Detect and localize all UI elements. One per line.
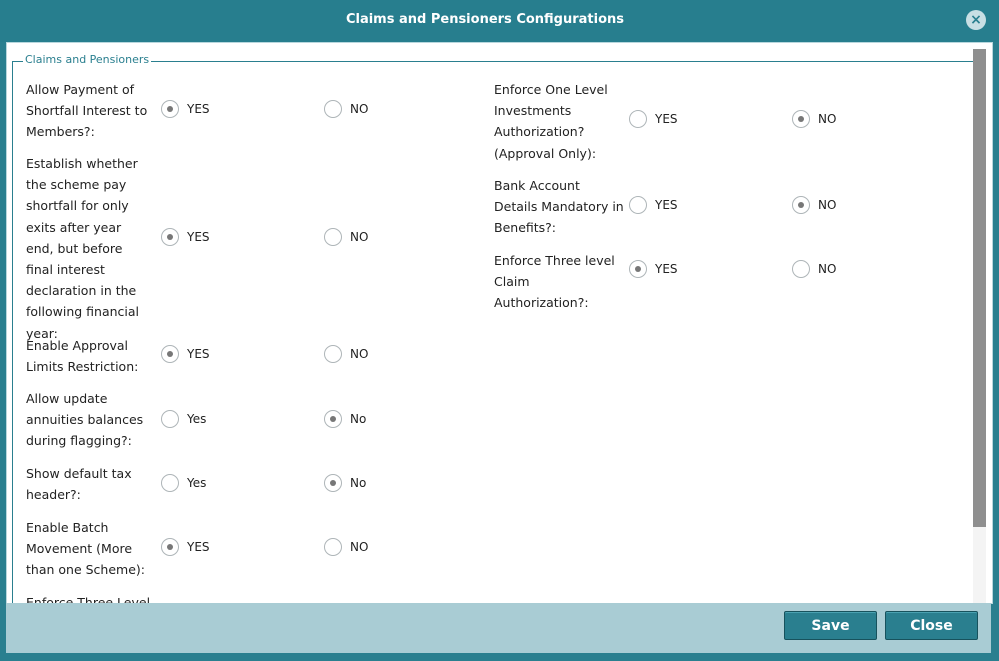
radio-icon[interactable] — [324, 345, 342, 363]
close-button[interactable]: Close — [885, 611, 978, 640]
radio-icon[interactable] — [324, 538, 342, 556]
label-batch-movement: Enable Batch Movement (More than one Sch… — [26, 520, 145, 578]
radio-icon[interactable] — [161, 228, 179, 246]
radio-approval-limits-no[interactable]: NO — [324, 345, 368, 363]
radio-icon[interactable] — [629, 260, 647, 278]
radio-update-annuities-no[interactable]: No — [324, 410, 366, 428]
radio-icon[interactable] — [161, 474, 179, 492]
radio-one-level-yes[interactable]: YES — [629, 110, 678, 128]
radio-establish-shortfall-no[interactable]: NO — [324, 228, 368, 246]
label-update-annuities: Allow update annuities balances during f… — [26, 391, 144, 449]
radio-three-level-claim-no[interactable]: NO — [792, 260, 836, 278]
label-default-tax-header: Show default tax header?: — [26, 466, 132, 503]
label-bank-account-mandatory: Bank Account Details Mandatory in Benefi… — [494, 178, 624, 236]
radio-bank-account-no[interactable]: NO — [792, 196, 836, 214]
label-allow-shortfall-interest: Allow Payment of Shortfall Interest to M… — [26, 82, 148, 140]
radio-default-tax-no[interactable]: No — [324, 474, 366, 492]
radio-icon[interactable] — [324, 228, 342, 246]
radio-icon[interactable] — [629, 196, 647, 214]
radio-icon[interactable] — [161, 100, 179, 118]
radio-one-level-no[interactable]: NO — [792, 110, 836, 128]
radio-icon[interactable] — [161, 410, 179, 428]
radio-batch-movement-no[interactable]: NO — [324, 538, 368, 556]
vertical-scrollbar[interactable] — [973, 49, 986, 603]
scrollbar-thumb[interactable] — [973, 49, 986, 527]
radio-icon[interactable] — [161, 345, 179, 363]
radio-icon[interactable] — [161, 538, 179, 556]
section-legend: Claims and Pensioners — [23, 53, 152, 66]
radio-update-annuities-yes[interactable]: Yes — [161, 410, 206, 428]
claims-pensioners-dialog: Claims and Pensioners Configurations × C… — [0, 0, 999, 661]
dialog-titlebar: Claims and Pensioners Configurations × — [0, 0, 999, 42]
radio-three-level-claim-yes[interactable]: YES — [629, 260, 678, 278]
radio-default-tax-yes[interactable]: Yes — [161, 474, 206, 492]
radio-icon[interactable] — [324, 474, 342, 492]
dialog-title: Claims and Pensioners Configurations — [345, 12, 625, 27]
label-three-level-claim: Enforce Three level Claim Authorization?… — [494, 253, 615, 311]
close-icon[interactable]: × — [966, 10, 986, 30]
radio-allow-shortfall-no[interactable]: NO — [324, 100, 368, 118]
radio-icon[interactable] — [792, 196, 810, 214]
label-approval-limits: Enable Approval Limits Restriction: — [26, 338, 139, 375]
dialog-body: Claims and Pensioners Allow Payment of S… — [6, 42, 993, 604]
save-button[interactable]: Save — [784, 611, 877, 640]
dialog-footer: Save Close — [6, 603, 991, 653]
label-one-level-investments: Enforce One Level Investments Authorizat… — [494, 82, 608, 161]
radio-icon[interactable] — [324, 100, 342, 118]
radio-icon[interactable] — [324, 410, 342, 428]
radio-approval-limits-yes[interactable]: YES — [161, 345, 210, 363]
radio-icon[interactable] — [629, 110, 647, 128]
label-establish-shortfall: Establish whether the scheme pay shortfa… — [26, 156, 140, 341]
radio-establish-shortfall-yes[interactable]: YES — [161, 228, 210, 246]
radio-batch-movement-yes[interactable]: YES — [161, 538, 210, 556]
radio-icon[interactable] — [792, 110, 810, 128]
radio-allow-shortfall-yes[interactable]: YES — [161, 100, 210, 118]
radio-icon[interactable] — [792, 260, 810, 278]
radio-bank-account-yes[interactable]: YES — [629, 196, 678, 214]
